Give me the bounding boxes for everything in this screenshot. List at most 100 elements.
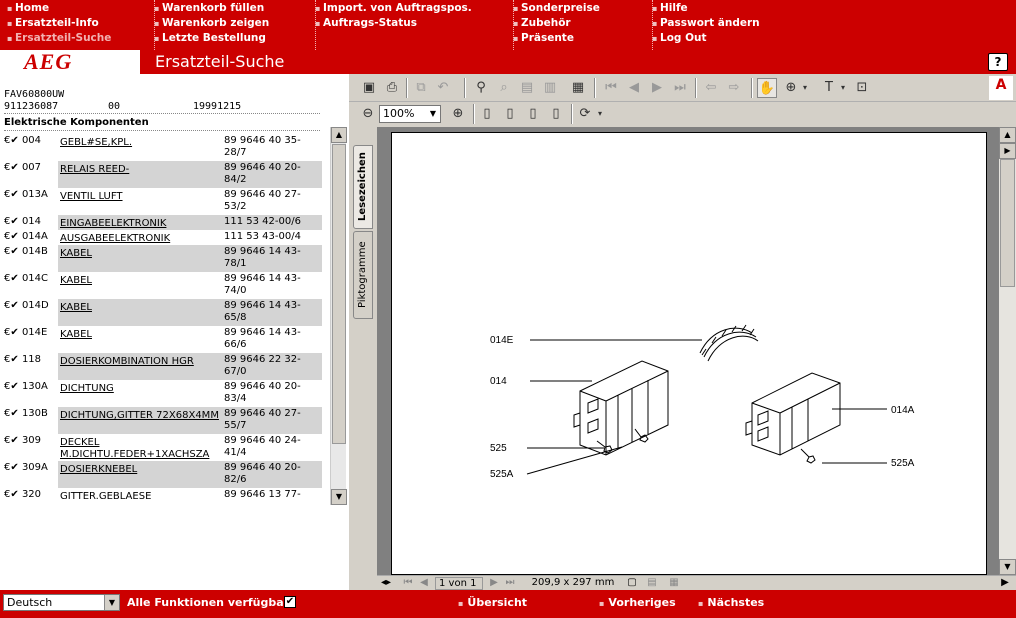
- cart-icon[interactable]: €✔: [4, 246, 19, 257]
- nav-home[interactable]: ▪ Home: [7, 1, 111, 16]
- part-name-link[interactable]: KABEL: [58, 245, 222, 272]
- part-position[interactable]: €✔ 004: [4, 135, 57, 147]
- part-position[interactable]: €✔ 309A: [4, 462, 57, 474]
- scrollbar-thumb[interactable]: [332, 144, 346, 444]
- tab-lesezeichen[interactable]: Lesezeichen: [353, 145, 373, 229]
- table-row[interactable]: €✔ 118 DOSIERKOMBINATION HGR 89 9646 22 32…: [0, 353, 322, 380]
- last-page-icon[interactable]: ⏭: [670, 78, 690, 98]
- part-name-link[interactable]: GEBL#SE,KPL.: [58, 134, 222, 161]
- part-position[interactable]: €✔ 007: [4, 162, 57, 174]
- part-position[interactable]: €✔ 013A: [4, 189, 57, 201]
- cart-icon[interactable]: €✔: [4, 462, 19, 473]
- nav-ersatzteil-suche[interactable]: ▪ Ersatzteil-Suche: [7, 31, 111, 46]
- rotate-icon[interactable]: ⟳: [575, 104, 595, 124]
- table-row[interactable]: €✔ 014D KABEL 89 9646 14 43-65/8: [0, 299, 322, 326]
- all-functions-checkbox[interactable]: ✔: [284, 596, 296, 608]
- part-position[interactable]: €✔ 014E: [4, 327, 57, 339]
- actual-size-icon[interactable]: ▯: [477, 104, 497, 124]
- cart-icon[interactable]: €✔: [4, 135, 19, 146]
- scroll-up-icon[interactable]: ▲: [999, 127, 1016, 143]
- table-row[interactable]: €✔ 014C KABEL 89 9646 14 43-74/0: [0, 272, 322, 299]
- nav-import-auftragspos[interactable]: ▪ Import. von Auftragspos.: [315, 1, 472, 16]
- hand-tool-icon[interactable]: ✋: [757, 78, 777, 98]
- table-row[interactable]: €✔ 130A DICHTUNG 89 9646 40 20-83/4: [0, 380, 322, 407]
- previous-page-icon[interactable]: ◀: [624, 78, 644, 98]
- cart-icon[interactable]: €✔: [4, 189, 19, 200]
- first-page-icon[interactable]: ⏮: [601, 78, 621, 98]
- previous-page-icon[interactable]: ◀: [417, 576, 431, 591]
- part-position[interactable]: €✔ 014A: [4, 231, 57, 243]
- part-position[interactable]: €✔ 014: [4, 216, 57, 228]
- part-name-link[interactable]: DICHTUNG,GITTER 72X68X4MM: [58, 407, 222, 434]
- table-row[interactable]: €✔ 004 GEBL#SE,KPL. 89 9646 40 35-28/7: [0, 134, 322, 161]
- scroll-right-icon[interactable]: ▶: [999, 143, 1016, 159]
- part-name-link[interactable]: KABEL: [58, 272, 222, 299]
- nav-passwort-aendern[interactable]: ▪ Passwort ändern: [652, 16, 760, 31]
- undo-icon[interactable]: ↶: [433, 78, 453, 98]
- nav-warenkorb-fuellen[interactable]: ▪ Warenkorb füllen: [154, 1, 269, 16]
- scroll-down-icon[interactable]: ▼: [331, 489, 347, 505]
- cart-icon[interactable]: €✔: [4, 327, 19, 338]
- part-name-link[interactable]: DICHTUNG: [58, 380, 222, 407]
- part-name-link[interactable]: KABEL: [58, 326, 222, 353]
- nav-hilfe[interactable]: ▪ Hilfe: [652, 1, 760, 16]
- part-name-link[interactable]: AUSGABEELEKTRONIK: [58, 230, 222, 245]
- zoom-level-select[interactable]: 100% ▼: [379, 105, 441, 123]
- table-row[interactable]: €✔ 014E KABEL 89 9646 14 43-66/6: [0, 326, 322, 353]
- adobe-logo-icon[interactable]: A: [989, 76, 1013, 100]
- cart-icon[interactable]: €✔: [4, 381, 19, 392]
- part-name-link[interactable]: VENTIL LUFT: [58, 188, 222, 215]
- nav-sonderpreise[interactable]: ▪ Sonderpreise: [513, 1, 600, 16]
- table-row[interactable]: €✔ 013A VENTIL LUFT 89 9646 40 27-53/2: [0, 188, 322, 215]
- table-row[interactable]: €✔ 320 GITTER.GEBLAESE 89 9646 13 77-: [0, 488, 322, 503]
- nav-letzte-bestellung[interactable]: ▪ Letzte Bestellung: [154, 31, 269, 46]
- document-scrollbar[interactable]: ▲ ▶ ▼: [999, 127, 1016, 575]
- part-position[interactable]: €✔ 118: [4, 354, 57, 366]
- text-select-icon[interactable]: T: [819, 78, 839, 98]
- cart-icon[interactable]: €✔: [4, 162, 19, 173]
- part-position[interactable]: €✔ 014D: [4, 300, 57, 312]
- find-icon[interactable]: ⚲: [471, 78, 491, 98]
- cart-icon[interactable]: €✔: [4, 216, 19, 227]
- link-uebersicht[interactable]: ▪ Übersicht: [458, 596, 527, 609]
- part-position[interactable]: €✔ 014C: [4, 273, 57, 285]
- next-page-icon[interactable]: ▶: [487, 576, 501, 591]
- scroll-up-icon[interactable]: ▲: [331, 127, 347, 143]
- continuous-icon[interactable]: ▤: [645, 576, 659, 591]
- first-page-icon[interactable]: ⏮: [401, 576, 415, 591]
- part-name-link[interactable]: DECKEL M.DICHTU.FEDER+1XACHSZA: [58, 434, 222, 461]
- part-name-link[interactable]: DOSIERKNEBEL: [58, 461, 222, 488]
- fit-width-icon[interactable]: ▯: [523, 104, 543, 124]
- table-row[interactable]: €✔ 014B KABEL 89 9646 14 43-78/1: [0, 245, 322, 272]
- single-page-icon[interactable]: ▢: [625, 576, 639, 591]
- snapshot-icon[interactable]: ⊡: [852, 78, 872, 98]
- part-position[interactable]: €✔ 309: [4, 435, 57, 447]
- reflow-icon[interactable]: ▯: [546, 104, 566, 124]
- chevron-down-icon[interactable]: ▾: [595, 104, 605, 124]
- table-row[interactable]: €✔ 007 RELAIS REED- 89 9646 40 20-84/2: [0, 161, 322, 188]
- part-position[interactable]: €✔ 014B: [4, 246, 57, 258]
- go-back-icon[interactable]: ⇦: [701, 78, 721, 98]
- nav-log-out[interactable]: ▪ Log Out: [652, 31, 760, 46]
- cart-icon[interactable]: €✔: [4, 273, 19, 284]
- cart-icon[interactable]: €✔: [4, 489, 19, 500]
- part-position[interactable]: €✔ 130B: [4, 408, 57, 420]
- article-icon[interactable]: ▤: [517, 78, 537, 98]
- cart-icon[interactable]: €✔: [4, 408, 19, 419]
- cart-icon[interactable]: €✔: [4, 300, 19, 311]
- scroll-right-icon[interactable]: ▶: [997, 576, 1013, 591]
- tab-piktogramme[interactable]: Piktogramme: [353, 231, 373, 319]
- table-row[interactable]: €✔ 309 DECKEL M.DICHTU.FEDER+1XACHSZA 89 9…: [0, 434, 322, 461]
- next-page-icon[interactable]: ▶: [647, 78, 667, 98]
- scrollbar-thumb[interactable]: [1000, 159, 1015, 287]
- parts-list-scrollbar[interactable]: ▲ ▼: [330, 127, 347, 505]
- scroll-left-right-icon[interactable]: ◂▸: [377, 576, 395, 591]
- table-row[interactable]: €✔ 130B DICHTUNG,GITTER 72X68X4MM 89 9646 …: [0, 407, 322, 434]
- part-name-link[interactable]: DOSIERKOMBINATION HGR: [58, 353, 222, 380]
- table-row[interactable]: €✔ 309A DOSIERKNEBEL 89 9646 40 20-82/6: [0, 461, 322, 488]
- nav-praesente[interactable]: ▪ Präsente: [513, 31, 600, 46]
- link-naechstes[interactable]: ▪ Nächstes: [698, 596, 764, 609]
- help-button[interactable]: ?: [988, 53, 1008, 71]
- part-position[interactable]: €✔ 130A: [4, 381, 57, 393]
- cart-icon[interactable]: €✔: [4, 435, 19, 446]
